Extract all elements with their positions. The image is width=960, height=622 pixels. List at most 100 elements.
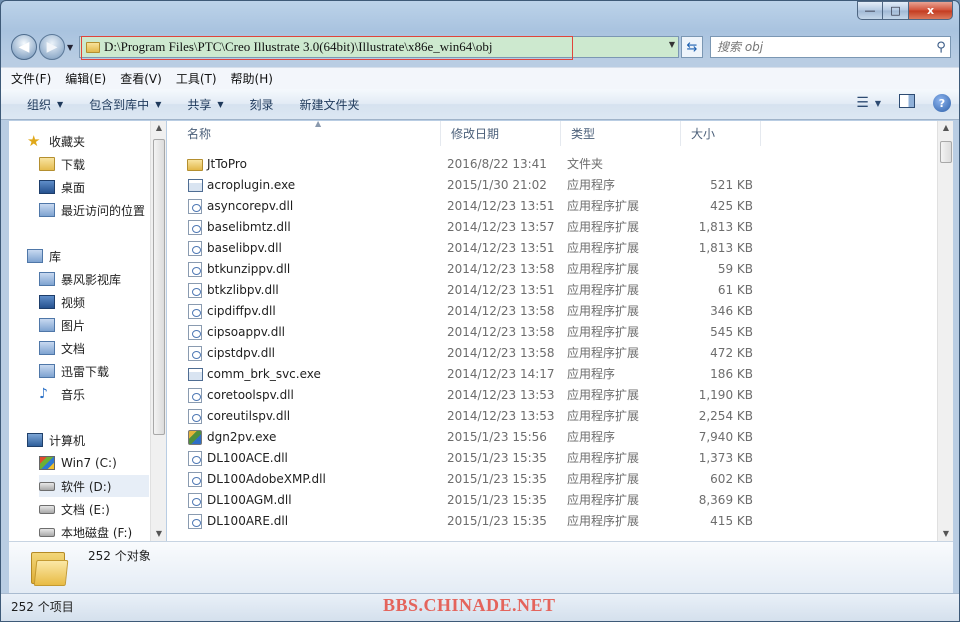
file-row[interactable]: btkzlibpv.dll 2014/12/23 13:51 应用程序扩展 61 KB: [167, 280, 767, 301]
file-name: DL100ACE.dll: [207, 451, 288, 465]
refresh-button[interactable]: ⇆: [681, 36, 703, 58]
file-name: dgn2pv.exe: [207, 430, 277, 444]
nav-item-music[interactable]: ♪ 音乐: [39, 383, 165, 405]
new-folder-button[interactable]: 新建文件夹: [300, 96, 360, 113]
nav-label: 音乐: [61, 387, 86, 402]
help-button[interactable]: ?: [933, 94, 951, 112]
burn-label: 刻录: [249, 97, 274, 112]
help-icon: ?: [933, 94, 951, 112]
column-header-modified[interactable]: 修改日期: [441, 121, 561, 146]
nav-item-storm-video[interactable]: 暴风影视库: [39, 268, 165, 290]
file-size: 425 KB: [710, 199, 753, 213]
file-row[interactable]: btkunzippv.dll 2014/12/23 13:58 应用程序扩展 59 K…: [167, 259, 767, 280]
file-size: 7,940 KB: [698, 430, 753, 444]
folder-icon: [187, 159, 203, 171]
close-button[interactable]: x: [909, 1, 953, 20]
details-pane: 252 个对象: [9, 541, 953, 593]
file-row[interactable]: acroplugin.exe 2015/1/30 21:02 应用程序 521 KB: [167, 175, 767, 196]
file-row[interactable]: asyncorepv.dll 2014/12/23 13:51 应用程序扩展 425 …: [167, 196, 767, 217]
dll-icon: [188, 241, 202, 256]
file-row[interactable]: DL100ACE.dll 2015/1/23 15:35 应用程序扩展 1,373 K…: [167, 448, 767, 469]
scroll-down-arrow-icon[interactable]: ▼: [938, 527, 954, 541]
column-header-size[interactable]: 大小: [681, 121, 761, 146]
scroll-thumb[interactable]: [153, 139, 165, 435]
nav-label: 暴风影视库: [61, 272, 122, 287]
dll-icon: [188, 220, 202, 235]
nav-item-drive-e[interactable]: 文档 (E:): [39, 498, 165, 520]
preview-pane-button[interactable]: [899, 94, 915, 112]
column-header-name[interactable]: 名称 ▲: [177, 121, 441, 146]
maximize-button[interactable]: □: [883, 1, 909, 20]
menu-file[interactable]: 文件(F): [11, 70, 51, 87]
file-size: 521 KB: [710, 178, 753, 192]
address-dropdown-icon[interactable]: ▼: [669, 40, 675, 49]
nav-item-desktop[interactable]: 桌面: [39, 176, 165, 198]
file-row[interactable]: coreutilspv.dll 2014/12/23 13:53 应用程序扩展 2,2…: [167, 406, 767, 427]
thunder-download-icon: [39, 364, 55, 378]
menu-tools[interactable]: 工具(T): [176, 70, 217, 87]
address-bar[interactable]: D:\Program Files\PTC\Creo Illustrate 3.0…: [79, 36, 679, 60]
file-row[interactable]: DL100ARE.dll 2015/1/23 15:35 应用程序扩展 415 KB: [167, 511, 767, 532]
file-row[interactable]: DL100AGM.dll 2015/1/23 15:35 应用程序扩展 8,369 K…: [167, 490, 767, 511]
search-input[interactable]: [711, 38, 932, 56]
forward-button[interactable]: ▶: [39, 34, 65, 60]
organize-button[interactable]: 组织 ▼: [27, 96, 63, 113]
recent-pages-dropdown[interactable]: ▼: [67, 43, 73, 52]
film-icon: [39, 295, 55, 309]
minimize-button[interactable]: —: [857, 1, 883, 20]
chevron-down-icon[interactable]: ▼: [875, 99, 881, 108]
nav-item-pictures[interactable]: 图片: [39, 314, 165, 336]
dll-icon: [188, 472, 202, 487]
burn-button[interactable]: 刻录: [250, 96, 274, 113]
scroll-up-arrow-icon[interactable]: ▲: [151, 121, 167, 135]
nav-item-recent-places[interactable]: 最近访问的位置: [39, 199, 165, 221]
nav-pane-scrollbar[interactable]: ▲ ▼: [150, 121, 166, 541]
search-icon[interactable]: ⚲: [932, 40, 950, 55]
include-library-button[interactable]: 包含到库中 ▼: [89, 96, 161, 113]
nav-item-drive-c[interactable]: Win7 (C:): [39, 452, 165, 474]
file-size: [677, 154, 753, 175]
file-type: 应用程序: [567, 178, 616, 192]
nav-item-thunder-downloads[interactable]: 迅雷下载: [39, 360, 165, 382]
window-controls: — □ x: [857, 1, 953, 20]
file-name: baselibpv.dll: [207, 241, 282, 255]
nav-favorites[interactable]: ★ 收藏夹: [27, 130, 165, 152]
file-name: JtToPro: [207, 157, 247, 171]
dgn-app-icon: [188, 430, 202, 445]
explorer-window: — □ x ◀ ▶ ▼ D:\Program Files\PTC\Creo Il…: [0, 0, 960, 622]
scroll-thumb[interactable]: [940, 141, 952, 163]
nav-label: 收藏夹: [49, 134, 86, 149]
file-size: 1,813 KB: [698, 241, 753, 255]
file-row[interactable]: DL100AdobeXMP.dll 2015/1/23 15:35 应用程序扩展 60…: [167, 469, 767, 490]
file-row[interactable]: baselibmtz.dll 2014/12/23 13:57 应用程序扩展 1,81…: [167, 217, 767, 238]
file-row[interactable]: cipsoappv.dll 2014/12/23 13:58 应用程序扩展 545 K…: [167, 322, 767, 343]
menu-edit[interactable]: 编辑(E): [65, 70, 106, 87]
back-button[interactable]: ◀: [11, 34, 37, 60]
file-list-scrollbar[interactable]: ▲ ▼: [937, 121, 953, 541]
file-row[interactable]: comm_brk_svc.exe 2014/12/23 14:17 应用程序 186 …: [167, 364, 767, 385]
search-box[interactable]: ⚲: [710, 36, 951, 58]
nav-label: 软件 (D:): [61, 479, 112, 494]
nav-computer[interactable]: 计算机: [27, 429, 165, 451]
nav-item-drive-f[interactable]: 本地磁盘 (F:): [39, 521, 165, 541]
file-type: 应用程序扩展: [567, 388, 640, 402]
nav-libraries[interactable]: 库: [27, 245, 165, 267]
scroll-down-arrow-icon[interactable]: ▼: [151, 527, 167, 541]
file-row[interactable]: JtToPro 2016/8/22 13:41 文件夹: [167, 154, 767, 175]
file-row[interactable]: cipdiffpv.dll 2014/12/23 13:58 应用程序扩展 346 K…: [167, 301, 767, 322]
video-library-icon: [39, 272, 55, 286]
menu-help[interactable]: 帮助(H): [231, 70, 273, 87]
file-row[interactable]: dgn2pv.exe 2015/1/23 15:56 应用程序 7,940 KB: [167, 427, 767, 448]
file-row[interactable]: cipstdpv.dll 2014/12/23 13:58 应用程序扩展 472 KB: [167, 343, 767, 364]
share-button[interactable]: 共享 ▼: [187, 96, 223, 113]
nav-item-videos[interactable]: 视频: [39, 291, 165, 313]
nav-item-downloads[interactable]: 下载: [39, 153, 165, 175]
scroll-up-arrow-icon[interactable]: ▲: [938, 121, 954, 135]
menu-view[interactable]: 查看(V): [120, 70, 162, 87]
file-row[interactable]: baselibpv.dll 2014/12/23 13:51 应用程序扩展 1,813…: [167, 238, 767, 259]
column-header-type[interactable]: 类型: [561, 121, 681, 146]
nav-item-documents[interactable]: 文档: [39, 337, 165, 359]
nav-item-drive-d[interactable]: 软件 (D:): [39, 475, 149, 497]
view-options-icon[interactable]: ☰: [856, 95, 869, 111]
file-row[interactable]: coretoolspv.dll 2014/12/23 13:53 应用程序扩展 1,1…: [167, 385, 767, 406]
